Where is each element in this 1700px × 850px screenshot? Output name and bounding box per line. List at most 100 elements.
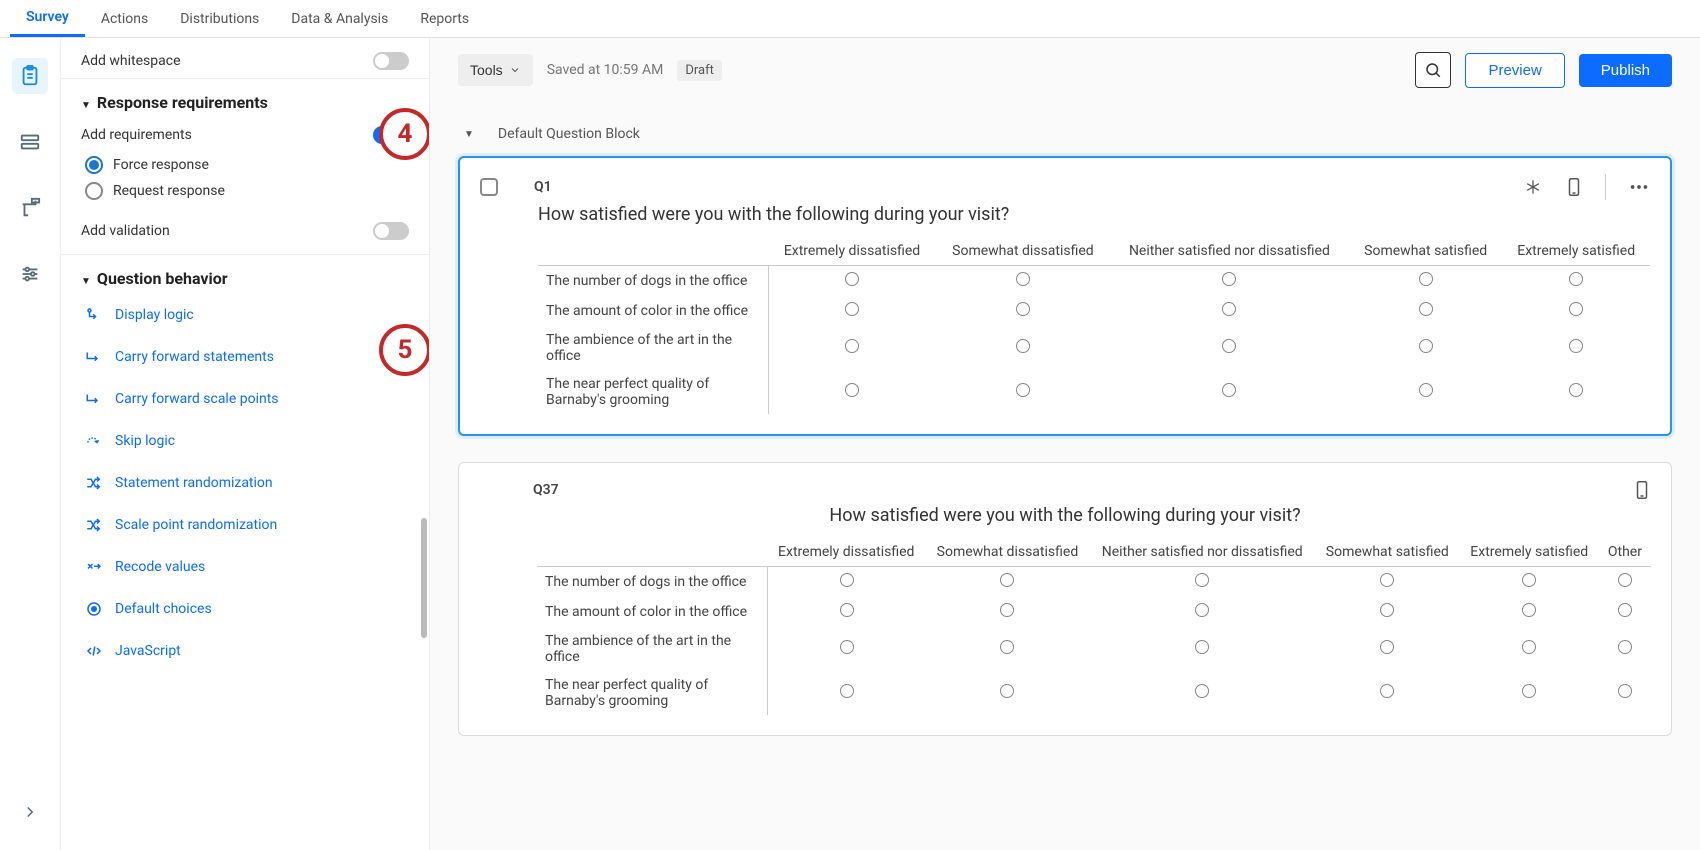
matrix-radio[interactable]	[840, 684, 854, 698]
matrix-radio[interactable]	[1000, 684, 1014, 698]
matrix-radio[interactable]	[1000, 603, 1014, 617]
statement-randomization-link[interactable]: Statement randomization	[61, 462, 429, 504]
matrix-radio[interactable]	[1522, 684, 1536, 698]
default-choices-link[interactable]: Default choices	[61, 588, 429, 630]
matrix-radio[interactable]	[1016, 383, 1030, 397]
add-validation-toggle[interactable]	[373, 222, 409, 240]
matrix-radio[interactable]	[845, 302, 859, 316]
matrix-radio[interactable]	[1000, 640, 1014, 654]
search-button[interactable]	[1415, 52, 1451, 88]
request-response-radio[interactable]	[85, 182, 103, 200]
matrix-radio[interactable]	[1195, 603, 1209, 617]
matrix-radio[interactable]	[1016, 272, 1030, 286]
matrix-radio[interactable]	[1222, 272, 1236, 286]
statement-cell[interactable]: The amount of color in the office	[537, 597, 767, 627]
scale-header[interactable]: Extremely satisfied	[1460, 538, 1599, 567]
block-header[interactable]: ▼ Default Question Block	[458, 112, 1672, 156]
mobile-icon[interactable]	[1633, 479, 1651, 501]
scale-header[interactable]: Somewhat satisfied	[1349, 237, 1502, 266]
matrix-radio[interactable]	[1618, 603, 1632, 617]
scale-header[interactable]: Extremely satisfied	[1502, 237, 1650, 266]
carry-forward-statements-link[interactable]: Carry forward statements	[61, 336, 429, 378]
matrix-radio[interactable]	[1222, 302, 1236, 316]
tools-button[interactable]: Tools	[458, 54, 533, 86]
statement-cell[interactable]: The number of dogs in the office	[538, 266, 768, 297]
scale-header[interactable]: Somewhat dissatisfied	[936, 237, 1110, 266]
scale-header[interactable]: Somewhat dissatisfied	[926, 538, 1090, 567]
question-behavior-heading[interactable]: ▼Question behavior	[61, 254, 429, 294]
rail-look-icon[interactable]	[12, 190, 48, 226]
matrix-radio[interactable]	[1522, 573, 1536, 587]
tab-data-analysis[interactable]: Data & Analysis	[275, 0, 404, 37]
scale-header[interactable]: Extremely dissatisfied	[768, 237, 936, 266]
statement-cell[interactable]: The near perfect quality of Barnaby's gr…	[538, 370, 768, 414]
statement-cell[interactable]: The amount of color in the office	[538, 296, 768, 326]
question-card-q1[interactable]: Q1 How satisfied were you with the follo…	[458, 156, 1672, 436]
scale-header[interactable]: Neither satisfied nor dissatisfied	[1089, 538, 1315, 567]
rail-options-icon[interactable]	[12, 256, 48, 292]
scale-header[interactable]: Somewhat satisfied	[1315, 538, 1460, 567]
matrix-radio[interactable]	[1016, 339, 1030, 353]
matrix-radio[interactable]	[1618, 684, 1632, 698]
matrix-radio[interactable]	[840, 573, 854, 587]
matrix-radio[interactable]	[1419, 272, 1433, 286]
tab-reports[interactable]: Reports	[404, 0, 485, 37]
more-icon[interactable]	[1628, 176, 1650, 198]
matrix-radio[interactable]	[1195, 684, 1209, 698]
matrix-radio[interactable]	[1618, 640, 1632, 654]
statement-cell[interactable]: The ambience of the art in the office	[538, 326, 768, 370]
scrollbar-thumb[interactable]	[421, 518, 427, 638]
matrix-radio[interactable]	[1000, 573, 1014, 587]
matrix-radio[interactable]	[1569, 302, 1583, 316]
matrix-radio[interactable]	[1419, 383, 1433, 397]
matrix-radio[interactable]	[1222, 383, 1236, 397]
matrix-radio[interactable]	[1569, 383, 1583, 397]
matrix-radio[interactable]	[1016, 302, 1030, 316]
javascript-link[interactable]: JavaScript	[61, 630, 429, 672]
question-text[interactable]: How satisfied were you with the followin…	[538, 204, 1650, 225]
question-text[interactable]: How satisfied were you with the followin…	[479, 505, 1651, 526]
matrix-radio[interactable]	[1195, 573, 1209, 587]
matrix-radio[interactable]	[1569, 272, 1583, 286]
scale-randomization-link[interactable]: Scale point randomization	[61, 504, 429, 546]
recode-values-link[interactable]: Recode values	[61, 546, 429, 588]
matrix-radio[interactable]	[1419, 339, 1433, 353]
tab-survey[interactable]: Survey	[10, 0, 85, 37]
publish-button[interactable]: Publish	[1579, 54, 1672, 87]
rail-expand-icon[interactable]	[12, 794, 48, 830]
matrix-radio[interactable]	[840, 603, 854, 617]
matrix-radio[interactable]	[1380, 603, 1394, 617]
matrix-radio[interactable]	[1380, 640, 1394, 654]
matrix-radio[interactable]	[1380, 684, 1394, 698]
display-logic-link[interactable]: Display logic	[61, 294, 429, 336]
statement-cell[interactable]: The ambience of the art in the office	[537, 627, 767, 671]
statement-cell[interactable]: The number of dogs in the office	[537, 567, 767, 598]
matrix-radio[interactable]	[845, 272, 859, 286]
statement-cell[interactable]: The near perfect quality of Barnaby's gr…	[537, 671, 767, 715]
matrix-radio[interactable]	[1195, 640, 1209, 654]
asterisk-icon[interactable]	[1523, 177, 1543, 197]
matrix-radio[interactable]	[1222, 339, 1236, 353]
scale-header[interactable]: Extremely dissatisfied	[767, 538, 926, 567]
scale-header[interactable]: Neither satisfied nor dissatisfied	[1110, 237, 1349, 266]
matrix-radio[interactable]	[840, 640, 854, 654]
matrix-radio[interactable]	[1522, 640, 1536, 654]
tab-distributions[interactable]: Distributions	[164, 0, 275, 37]
scale-header[interactable]: Other	[1599, 538, 1651, 567]
response-requirements-heading[interactable]: ▼Response requirements	[61, 78, 429, 118]
matrix-radio[interactable]	[1380, 573, 1394, 587]
tab-actions[interactable]: Actions	[85, 0, 164, 37]
preview-button[interactable]: Preview	[1465, 53, 1564, 88]
question-card-q37[interactable]: Q37 How satisfied were you with the foll…	[458, 462, 1672, 736]
skip-logic-link[interactable]: Skip logic	[61, 420, 429, 462]
matrix-radio[interactable]	[845, 383, 859, 397]
force-response-radio[interactable]	[85, 156, 103, 174]
matrix-radio[interactable]	[1618, 573, 1632, 587]
mobile-icon[interactable]	[1565, 176, 1583, 198]
matrix-radio[interactable]	[1419, 302, 1433, 316]
matrix-radio[interactable]	[1569, 339, 1583, 353]
select-question-checkbox[interactable]	[480, 178, 498, 196]
whitespace-toggle[interactable]	[373, 52, 409, 70]
matrix-radio[interactable]	[845, 339, 859, 353]
rail-builder-icon[interactable]	[12, 58, 48, 94]
